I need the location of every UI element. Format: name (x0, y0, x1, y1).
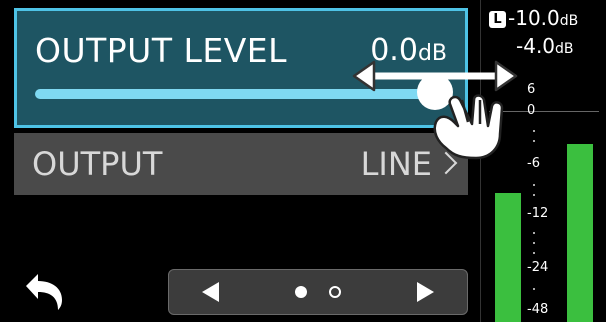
output-label: OUTPUT (32, 145, 163, 183)
scale-label-6: 6 (527, 82, 536, 97)
left-peak-number: -10.0 (508, 6, 560, 30)
scale-label-minus12: -12 (527, 206, 549, 221)
right-meter-bar (567, 143, 593, 322)
hand-swipe-icon (352, 60, 518, 160)
page-navigator (168, 269, 468, 315)
scale-tick (533, 288, 535, 290)
back-arrow-icon (26, 274, 62, 310)
scale-tick (533, 194, 535, 196)
left-peak-readout: L -10.0dB (489, 6, 578, 30)
scale-tick (533, 140, 535, 142)
left-channel-badge: L (489, 11, 506, 28)
scale-label-minus6: -6 (527, 156, 540, 171)
scale-label-minus24: -24 (527, 260, 549, 275)
scale-tick (533, 242, 535, 244)
right-peak-number: -4.0 (516, 34, 556, 58)
prev-page-button[interactable] (199, 280, 223, 304)
back-button[interactable] (22, 272, 70, 312)
scale-tick (533, 232, 535, 234)
right-peak-unit: dB (555, 41, 574, 57)
triangle-right-icon (417, 282, 434, 302)
scale-tick (533, 130, 535, 132)
scale-label-minus48: -48 (527, 302, 549, 317)
scale-label-0: 0 (527, 103, 536, 118)
output-level-label: OUTPUT LEVEL (35, 31, 288, 70)
right-peak-readout: -4.0dB (516, 34, 574, 58)
left-peak-unit: dB (559, 13, 579, 29)
triangle-left-icon (202, 282, 219, 302)
next-page-button[interactable] (413, 280, 437, 304)
scale-tick (533, 252, 535, 254)
screen: OUTPUT LEVEL 0.0dB OUTPUT LINE L -10.0dB … (0, 0, 606, 322)
left-meter-bar (495, 193, 521, 322)
scale-tick (533, 184, 535, 186)
page-dot-current (295, 286, 307, 298)
page-dot (329, 286, 341, 298)
